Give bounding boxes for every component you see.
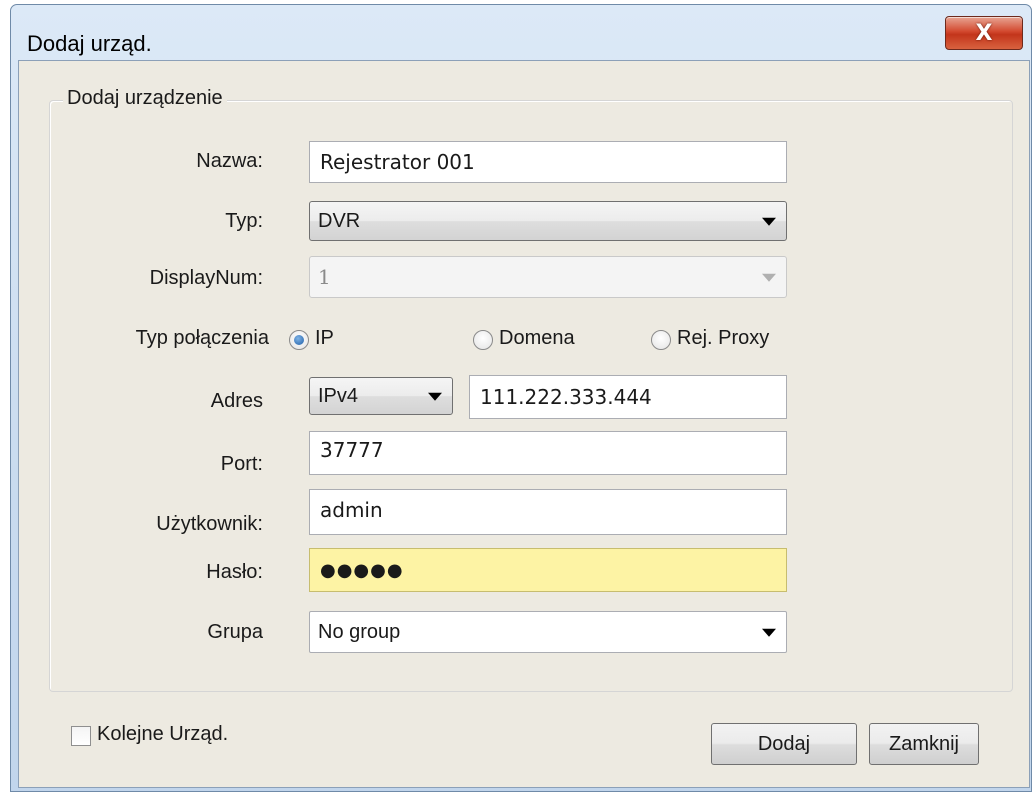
radio-ip[interactable] xyxy=(289,330,309,350)
user-value: admin xyxy=(320,498,383,522)
radio-proxy[interactable] xyxy=(651,330,671,350)
password-label: Hasło: xyxy=(206,561,263,583)
chevron-down-icon xyxy=(762,217,776,226)
address-input[interactable]: 111.222.333.444 xyxy=(469,375,787,419)
password-value: ●●●●● xyxy=(320,559,404,581)
name-value: Rejestrator 001 xyxy=(320,150,475,174)
close-button[interactable]: X xyxy=(945,16,1023,50)
type-label: Typ: xyxy=(225,210,263,232)
title-text: Dodaj urząd. xyxy=(27,31,152,56)
next-device-checkbox[interactable] xyxy=(71,726,91,746)
display-num-value: 1 xyxy=(318,265,331,289)
display-num-label: DisplayNum: xyxy=(149,267,263,289)
close-dialog-button[interactable]: Zamknij xyxy=(869,723,979,765)
group-value: No group xyxy=(318,620,401,643)
ip-version-select[interactable]: IPv4 xyxy=(309,377,453,415)
user-label: Użytkownik: xyxy=(156,513,263,535)
name-input[interactable]: Rejestrator 001 xyxy=(309,141,787,183)
radio-domain[interactable] xyxy=(473,330,493,350)
dialog-body: Dodaj urządzenie Nazwa: Rejestrator 001 … xyxy=(18,60,1030,788)
type-select[interactable]: DVR xyxy=(309,201,787,241)
add-button-label: Dodaj xyxy=(757,732,811,755)
ip-version-value: IPv4 xyxy=(318,384,359,407)
display-num-select: 1 xyxy=(309,256,787,298)
type-value: DVR xyxy=(318,209,361,232)
port-label: Port: xyxy=(220,453,263,475)
group-select[interactable]: No group xyxy=(309,611,787,653)
chevron-down-icon xyxy=(762,273,776,282)
user-input[interactable]: admin xyxy=(309,489,787,535)
chevron-down-icon xyxy=(762,628,776,637)
address-value: 111.222.333.444 xyxy=(480,385,652,409)
add-button[interactable]: Dodaj xyxy=(711,723,857,765)
chevron-down-icon xyxy=(428,392,442,401)
groupbox-title: Dodaj urządzenie xyxy=(63,87,227,110)
connection-type-label: Typ połączenia xyxy=(135,327,269,349)
name-label: Nazwa: xyxy=(196,150,263,172)
address-label: Adres xyxy=(210,390,263,412)
next-device-label[interactable]: Kolejne Urząd. xyxy=(97,723,228,746)
port-value: 37777 xyxy=(320,438,384,462)
radio-ip-label[interactable]: IP xyxy=(315,327,334,350)
radio-domain-label[interactable]: Domena xyxy=(499,327,575,350)
port-input[interactable]: 37777 xyxy=(309,431,787,475)
radio-proxy-label[interactable]: Rej. Proxy xyxy=(677,327,769,350)
group-label: Grupa xyxy=(207,621,263,643)
password-input[interactable]: ●●●●● xyxy=(309,548,787,592)
close-icon: X xyxy=(975,20,993,46)
close-dialog-button-label: Zamknij xyxy=(888,732,959,755)
